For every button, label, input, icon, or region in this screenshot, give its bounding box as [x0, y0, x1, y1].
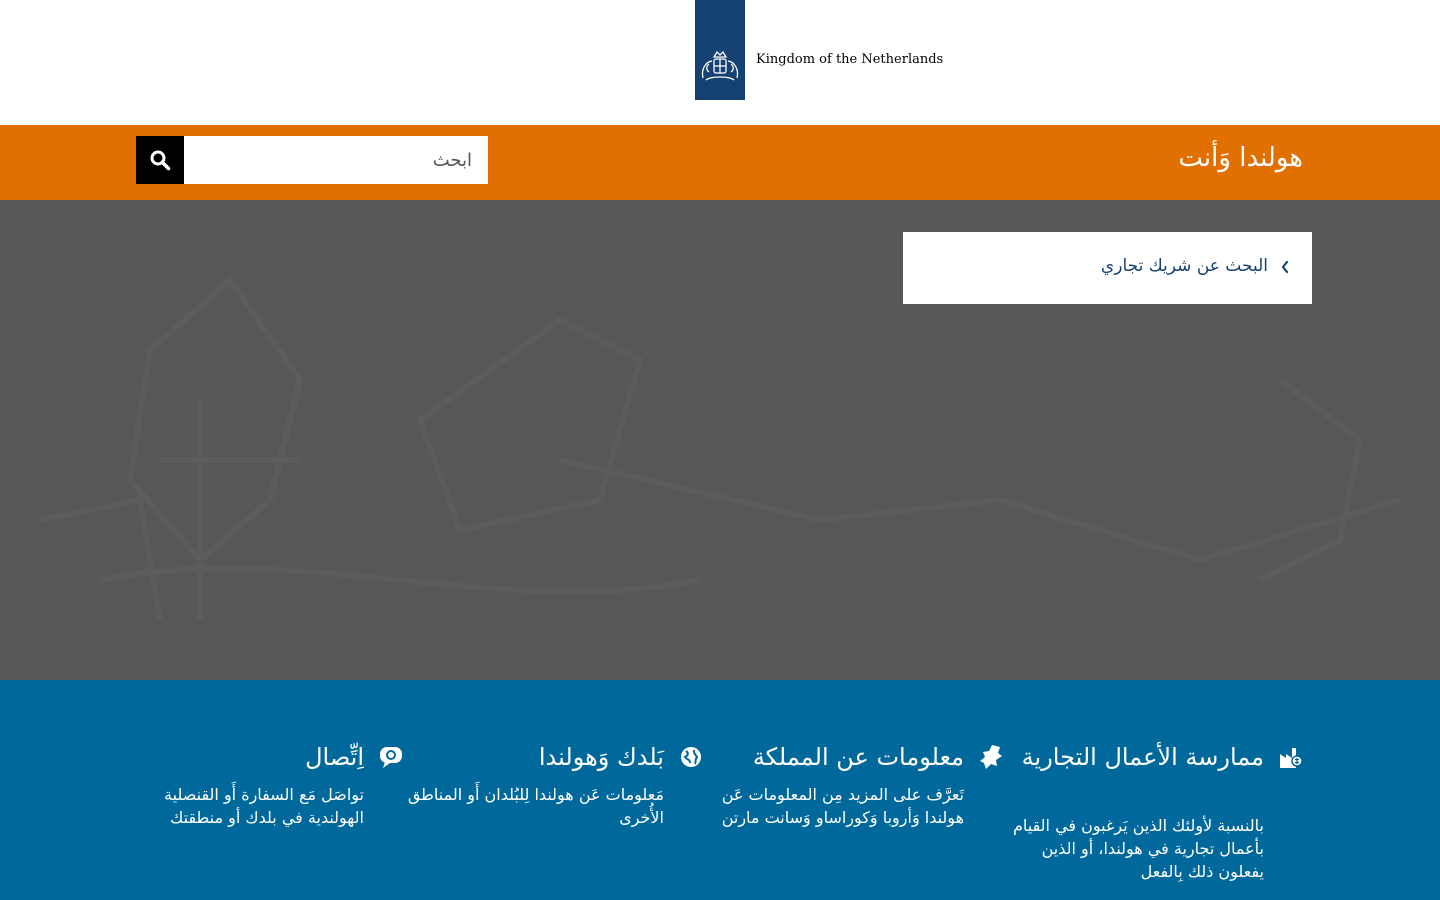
- find-trade-partner-link[interactable]: البحث عن شريك تجاري: [1101, 256, 1268, 276]
- tile-title: ممارسة الأعمال التجارية: [1021, 743, 1264, 771]
- tile-description: مَعلومات عَن هولندا لِلبُلدان أَو المناط…: [407, 785, 664, 827]
- factory-icon: [1280, 748, 1303, 768]
- speech-bubble-icon: [380, 747, 402, 768]
- tile-description: تَعرَّف على المزيد مِن المعلومات عَن هول…: [721, 785, 964, 827]
- tile-title: اِتِّصال: [305, 743, 364, 771]
- logo-text: Kingdom of the Netherlands: [756, 52, 944, 67]
- chevron-left-icon: [1281, 260, 1289, 274]
- globe-icon: [681, 747, 701, 767]
- tile-description: تواصَل مَع السفارة أَو القنصلية الهولندي…: [164, 785, 364, 827]
- royal-coat-of-arms-icon: [701, 50, 739, 81]
- search-icon: [150, 150, 171, 171]
- tile-description: بالنسبة لأولئك الذين يَرغبون في القيام ب…: [1012, 816, 1264, 881]
- search-input[interactable]: [184, 136, 488, 184]
- topic-tiles: ممارسة الأعمال التجارية بالنسبة لأولئك ا…: [0, 680, 1440, 900]
- hero-banner: البحث عن شريك تجاري: [0, 200, 1440, 680]
- tile-title: معلومات عن المملكة: [752, 743, 964, 771]
- top-bar: هولندا وَأنت: [0, 125, 1440, 200]
- site-header: Kingdom of the Netherlands: [0, 0, 1440, 125]
- breadcrumb-card: البحث عن شريك تجاري: [903, 232, 1312, 304]
- netherlands-map-icon: [980, 745, 1002, 769]
- search-form: [136, 136, 488, 184]
- government-logo[interactable]: [695, 0, 745, 100]
- site-title[interactable]: هولندا وَأنت: [1178, 143, 1303, 173]
- search-button[interactable]: [136, 136, 184, 184]
- tile-title: بَلدك وَهولندا: [538, 743, 664, 771]
